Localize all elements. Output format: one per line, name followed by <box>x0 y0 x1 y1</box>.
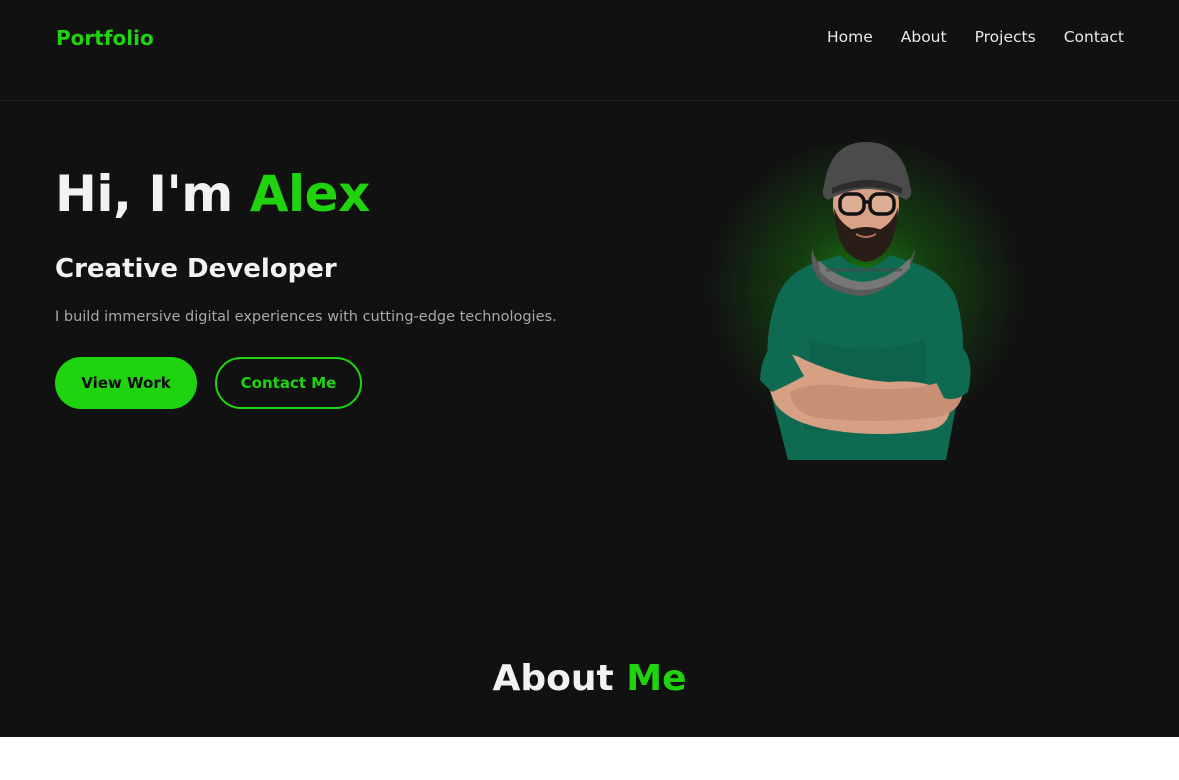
about-title-accent: Me <box>626 658 687 699</box>
nav-links: Home About Projects Contact <box>827 27 1124 47</box>
hero-greeting: Hi, I'm <box>55 165 233 223</box>
hero-name: Alex <box>249 165 371 223</box>
person-portrait-image <box>705 140 1025 460</box>
page: Portfolio Home About Projects Contact Hi… <box>0 0 1179 737</box>
about-title-main: About <box>492 658 614 699</box>
hero-description: I build immersive digital experiences wi… <box>55 309 557 325</box>
hero-title: Hi, I'm Alex <box>55 162 370 226</box>
hero-subtitle: Creative Developer <box>55 254 337 284</box>
about-section-title: About Me <box>0 656 1179 702</box>
contact-me-button[interactable]: Contact Me <box>215 357 362 409</box>
site-logo[interactable]: Portfolio <box>56 26 154 50</box>
view-work-button[interactable]: View Work <box>55 357 197 409</box>
navbar: Portfolio Home About Projects Contact <box>0 0 1179 101</box>
nav-link-about[interactable]: About <box>901 27 947 47</box>
nav-link-home[interactable]: Home <box>827 27 873 47</box>
nav-link-projects[interactable]: Projects <box>975 27 1036 47</box>
nav-link-contact[interactable]: Contact <box>1064 27 1124 47</box>
